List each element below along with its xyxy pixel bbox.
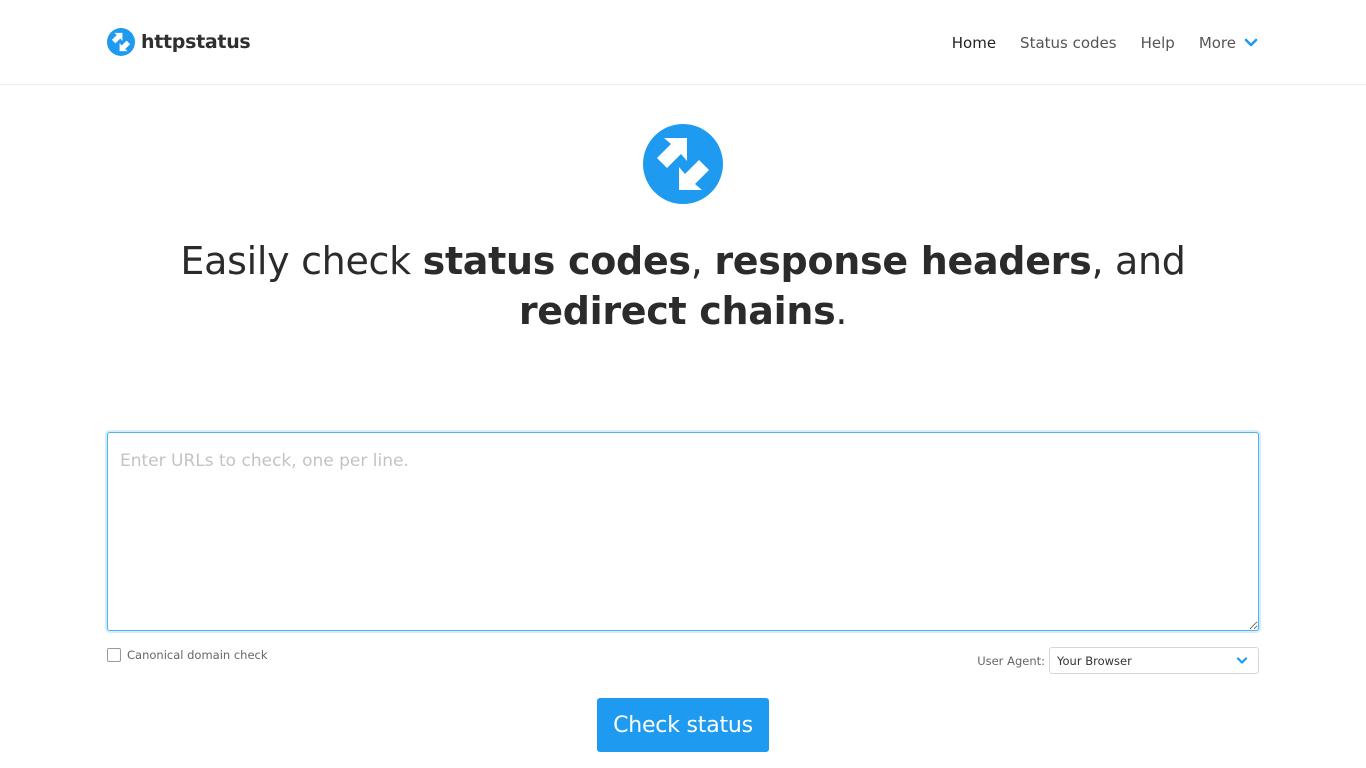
check-status-button[interactable]: Check status	[597, 698, 769, 752]
canonical-label: Canonical domain check	[127, 648, 268, 662]
main-nav: Home Status codes Help More	[952, 31, 1258, 55]
user-agent-select[interactable]: Your Browser	[1049, 647, 1259, 674]
nav-help[interactable]: Help	[1141, 34, 1175, 52]
user-agent-label: User Agent:	[977, 653, 1045, 668]
headline-text: Easily check	[180, 239, 423, 283]
user-agent-value: Your Browser	[1057, 653, 1132, 668]
chevron-down-icon	[1244, 38, 1258, 47]
nav-status-codes[interactable]: Status codes	[1020, 34, 1117, 52]
urls-textarea[interactable]	[107, 432, 1259, 631]
nav-home[interactable]: Home	[952, 34, 996, 52]
user-agent-group: User Agent: Your Browser	[977, 647, 1259, 674]
chevron-down-icon	[1236, 657, 1248, 664]
headline-emphasis: status codes	[422, 239, 691, 283]
hero-logo-icon	[643, 124, 723, 204]
headline-text: ,	[690, 239, 715, 283]
httpstatus-logo-icon	[107, 28, 135, 56]
brand-link[interactable]: httpstatus	[107, 28, 251, 56]
headline-emphasis: response headers	[714, 239, 1092, 283]
headline-text: .	[835, 289, 848, 333]
headline-text: , and	[1091, 239, 1186, 283]
nav-more[interactable]: More	[1199, 34, 1258, 52]
top-navbar: httpstatus Home Status codes Help More	[0, 0, 1366, 85]
nav-more-label: More	[1198, 34, 1236, 52]
canonical-checkbox[interactable]	[107, 648, 121, 662]
hero-headline: Easily check status codes, response head…	[133, 236, 1233, 336]
canonical-domain-check[interactable]: Canonical domain check	[107, 647, 268, 663]
brand-name: httpstatus	[141, 31, 251, 53]
headline-emphasis: redirect chains	[518, 289, 836, 333]
